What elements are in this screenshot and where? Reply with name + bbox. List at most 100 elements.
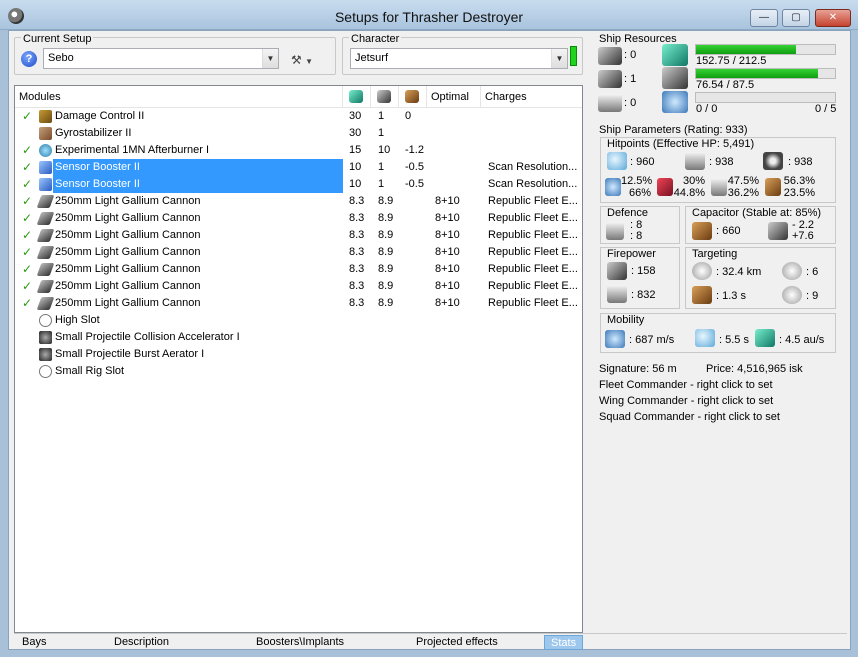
turret-hardpoint-icon	[598, 47, 622, 65]
module-charges: Republic Fleet E...	[488, 195, 578, 207]
drone-bay-icon	[662, 91, 688, 113]
module-row[interactable]: ✓ Damage Control II 30 1 0	[15, 108, 582, 125]
setup-tools-button[interactable]: ⚒ ▼	[291, 49, 325, 71]
maximize-button[interactable]: ▢	[782, 9, 810, 27]
module-list-header: Modules Optimal Charges	[15, 86, 582, 108]
drone-slot-icon	[598, 94, 622, 112]
header-charges[interactable]: Charges	[481, 86, 582, 108]
shield-hp-value: : 960	[630, 156, 655, 168]
chevron-down-icon[interactable]: ▼	[262, 49, 278, 68]
minimize-button[interactable]: —	[750, 9, 778, 27]
max-targets-value: : 6	[806, 266, 819, 278]
header-modules[interactable]: Modules	[15, 86, 343, 108]
module-row[interactable]: Small Projectile Collision Accelerator I	[15, 329, 582, 346]
powergrid-bar-fill	[696, 69, 818, 78]
wing-commander[interactable]: Wing Commander - right click to set	[599, 395, 773, 407]
module-powergrid: 10	[378, 144, 391, 156]
launcher-slots-value: : 1	[624, 73, 637, 85]
module-row[interactable]: Small Projectile Burst Aerator I	[15, 346, 582, 363]
window-title: Setups for Thrasher Destroyer	[334, 9, 524, 25]
header-powergrid[interactable]	[371, 86, 399, 108]
header-capacitor[interactable]	[399, 86, 427, 108]
tab-projected-effects[interactable]: Projected effects	[416, 635, 498, 650]
gyrostabilizer-icon	[39, 127, 52, 140]
module-row[interactable]: High Slot	[15, 312, 582, 329]
module-name: Small Projectile Burst Aerator I	[55, 348, 205, 360]
scan-resolution-value: : 9	[806, 290, 819, 302]
squad-commander[interactable]: Squad Commander - right click to set	[599, 411, 780, 423]
targeting-range-icon	[692, 262, 712, 280]
header-cpu[interactable]	[343, 86, 371, 108]
tab-description[interactable]: Description	[114, 635, 169, 650]
module-name: 250mm Light Gallium Cannon	[55, 229, 201, 241]
align-time-value: : 5.5 s	[719, 334, 749, 346]
help-icon[interactable]: ?	[21, 51, 37, 67]
warp-speed-icon	[755, 329, 775, 347]
tab-boosters-implants[interactable]: Boosters\Implants	[256, 635, 344, 650]
structure-icon	[763, 152, 783, 170]
drone-slots-value: : 0	[624, 97, 637, 109]
module-capacitor: -0.5	[405, 178, 424, 190]
module-row[interactable]: Small Rig Slot	[15, 363, 582, 380]
module-row[interactable]: ✓ 250mm Light Gallium Cannon 8.3 8.9 8+10 Rep…	[15, 295, 582, 312]
module-row[interactable]: ✓ Sensor Booster II 10 1 -0.5 Scan Resolution…	[15, 159, 582, 176]
module-row[interactable]: ✓ 250mm Light Gallium Cannon 8.3 8.9 8+10 Rep…	[15, 278, 582, 295]
align-time-icon	[695, 329, 715, 347]
module-list[interactable]: Modules Optimal Charges ✓ Damage Control …	[14, 85, 583, 633]
capacitor-amount-value: : 660	[716, 225, 741, 237]
module-row[interactable]: ✓ Sensor Booster II 10 1 -0.5 Scan Resolution…	[15, 176, 582, 193]
gun-icon	[36, 246, 55, 259]
character-status-indicator	[570, 46, 577, 66]
module-capacitor: -1.2	[405, 144, 424, 156]
setup-combo[interactable]: Sebo ▼	[43, 48, 279, 69]
rig-icon	[39, 348, 52, 361]
check-icon: ✓	[22, 279, 33, 293]
module-row[interactable]: Gyrostabilizer II 30 1	[15, 125, 582, 142]
powergrid-icon	[377, 90, 391, 103]
armor-hp-value: : 938	[709, 156, 734, 168]
cpu-value: 152.75 / 212.5	[696, 55, 767, 67]
em-resist-bottom: 66%	[628, 187, 651, 199]
module-row[interactable]: ✓ 250mm Light Gallium Cannon 8.3 8.9 8+10 Rep…	[15, 244, 582, 261]
close-button[interactable]: ✕	[815, 9, 851, 27]
module-name: 250mm Light Gallium Cannon	[55, 246, 201, 258]
module-row[interactable]: ✓ 250mm Light Gallium Cannon 8.3 8.9 8+10 Rep…	[15, 193, 582, 210]
module-cpu: 15	[349, 144, 362, 156]
rig-slot-icon	[39, 365, 52, 378]
firepower-box: Firepower : 158 : 832	[600, 247, 680, 309]
setup-combo-value: Sebo	[48, 52, 74, 64]
hitpoints-box: Hitpoints (Effective HP: 5,491) : 960 : …	[600, 137, 836, 203]
module-optimal: 8+10	[435, 212, 460, 224]
tab-stats[interactable]: Stats	[544, 635, 584, 650]
character-combo[interactable]: Jetsurf ▼	[350, 48, 568, 69]
powergrid-value: 76.54 / 87.5	[696, 79, 755, 91]
fleet-commander[interactable]: Fleet Commander - right click to set	[599, 379, 773, 391]
module-name: Sensor Booster II	[53, 176, 343, 193]
module-optimal: 8+10	[435, 195, 460, 207]
header-optimal[interactable]: Optimal	[427, 86, 481, 108]
explosive-resist-bottom: 23.5%	[783, 187, 815, 199]
explosive-resist: 56.3% 23.5%	[779, 175, 815, 199]
explosive-resist-top: 56.3%	[783, 175, 815, 187]
module-name: 250mm Light Gallium Cannon	[55, 297, 201, 309]
volley-icon	[607, 285, 627, 303]
gun-icon	[36, 212, 55, 225]
capacitor-amount-icon	[692, 222, 712, 240]
check-icon: ✓	[22, 109, 33, 123]
mobility-box: Mobility : 687 m/s : 5.5 s : 4.5 au/s	[600, 313, 836, 353]
gun-icon	[36, 263, 55, 276]
module-name: 250mm Light Gallium Cannon	[55, 280, 201, 292]
module-charges: Republic Fleet E...	[488, 229, 578, 241]
tab-bays[interactable]: Bays	[22, 635, 46, 650]
damage-control-icon	[39, 110, 52, 123]
thermal-resist-top: 30%	[682, 175, 705, 187]
module-row[interactable]: ✓ Experimental 1MN Afterburner I 15 10 -1.2	[15, 142, 582, 159]
module-row[interactable]: ✓ 250mm Light Gallium Cannon 8.3 8.9 8+10 Rep…	[15, 227, 582, 244]
module-powergrid: 1	[378, 110, 385, 122]
module-row[interactable]: ✓ 250mm Light Gallium Cannon 8.3 8.9 8+10 Rep…	[15, 261, 582, 278]
module-cpu: 8.3	[349, 263, 365, 275]
kinetic-resist: 47.5% 36.2%	[725, 175, 759, 199]
chevron-down-icon[interactable]: ▼	[551, 49, 567, 68]
module-row[interactable]: ✓ 250mm Light Gallium Cannon 8.3 8.9 8+10 Rep…	[15, 210, 582, 227]
module-rows: ✓ Damage Control II 30 1 0 Gyrostabilizer II 3…	[15, 108, 582, 380]
